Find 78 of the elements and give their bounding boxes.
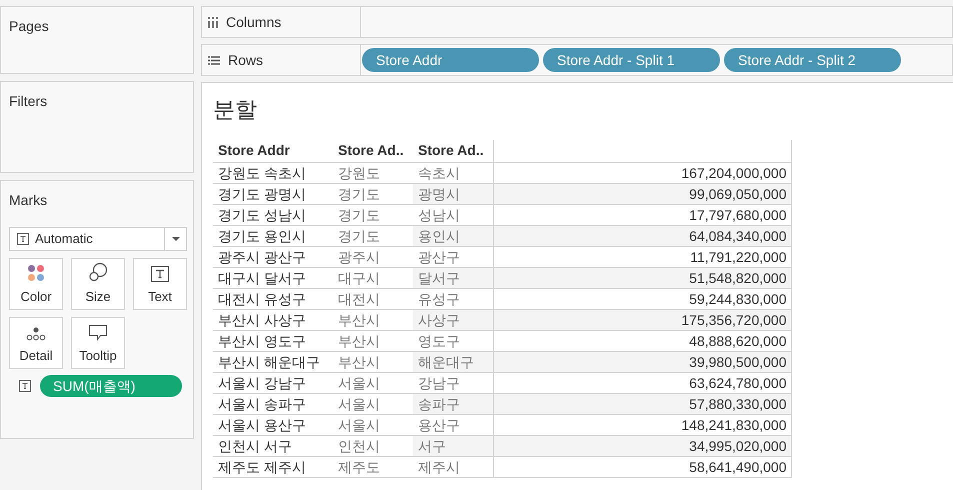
- table-cell: 유성구: [413, 288, 493, 309]
- table-cell: 영도구: [413, 330, 493, 351]
- table-cell: 서울시: [333, 372, 413, 393]
- table-cell: 제주도: [333, 456, 413, 477]
- columns-icon: [208, 16, 218, 28]
- value-cell: 59,244,830,000: [493, 288, 791, 309]
- shelf-label: Columns: [226, 12, 282, 32]
- table-cell: 부산시: [333, 330, 413, 351]
- table-cell: 광주시 광산구: [213, 246, 333, 267]
- text-icon: [151, 266, 169, 282]
- size-mark-button[interactable]: Size: [71, 258, 125, 310]
- table-cell: 성남시: [413, 204, 493, 225]
- table-cell: 속초시: [413, 162, 493, 183]
- table-cell: 서울시 강남구: [213, 372, 333, 393]
- table-cell: 서구: [413, 435, 493, 456]
- value-cell: 99,069,050,000: [493, 183, 791, 204]
- table-cell: 강남구: [413, 372, 493, 393]
- table-cell: 경기도 용인시: [213, 225, 333, 246]
- tooltip-bubble-icon: [89, 324, 107, 340]
- value-cell: 63,624,780,000: [493, 372, 791, 393]
- table-cell: 용인시: [413, 225, 493, 246]
- pages-title: Pages: [9, 18, 49, 34]
- value-cell: 39,980,500,000: [493, 351, 791, 372]
- value-cell: 34,995,020,000: [493, 435, 791, 456]
- table-cell: 대구시 달서구: [213, 267, 333, 288]
- value-cell: 17,797,680,000: [493, 204, 791, 225]
- detail-mark-button[interactable]: Detail: [9, 317, 63, 369]
- table-cell: 용산구: [413, 414, 493, 435]
- value-cell: 48,888,620,000: [493, 330, 791, 351]
- color-dots-icon: [27, 264, 45, 282]
- value-cell: 58,641,490,000: [493, 456, 791, 477]
- table-cell: 강원도 속초시: [213, 162, 333, 183]
- table-cell: 부산시 영도구: [213, 330, 333, 351]
- value-cell: 175,356,720,000: [493, 309, 791, 330]
- detail-dots-icon: [26, 326, 46, 340]
- table-cell: 제주시: [413, 456, 493, 477]
- mark-type-dropdown[interactable]: Automatic: [9, 227, 187, 251]
- column-header: Store Ad..: [413, 140, 493, 162]
- table-cell: 경기도: [333, 204, 413, 225]
- text-icon: [17, 233, 29, 245]
- table-cell: 부산시 해운대구: [213, 351, 333, 372]
- value-cell: 11,791,220,000: [493, 246, 791, 267]
- value-cell: 64,084,340,000: [493, 225, 791, 246]
- color-mark-button[interactable]: Color: [9, 258, 63, 310]
- sheet-title: 분할: [213, 96, 258, 124]
- table-cell: 서울시: [333, 414, 413, 435]
- mark-type-label: Automatic: [35, 230, 94, 248]
- table-cell: 인천시 서구: [213, 435, 333, 456]
- table-cell: 제주도 제주시: [213, 456, 333, 477]
- table-cell: 서울시 용산구: [213, 414, 333, 435]
- table-cell: 강원도: [333, 162, 413, 183]
- label-mark-button[interactable]: Text: [133, 258, 187, 310]
- table-cell: 서울시 송파구: [213, 393, 333, 414]
- marks-title: Marks: [9, 192, 48, 208]
- value-cell: 51,548,820,000: [493, 267, 791, 288]
- value-cell: 167,204,000,000: [493, 162, 791, 183]
- column-header: Store Addr: [213, 140, 333, 162]
- tooltip-mark-button[interactable]: Tooltip: [71, 317, 125, 369]
- filters-title: Filters: [9, 93, 48, 109]
- rows-list-icon: [208, 56, 220, 64]
- value-cell: 148,241,830,000: [493, 414, 791, 435]
- table-cell: 광명시: [413, 183, 493, 204]
- table-cell: 해운대구: [413, 351, 493, 372]
- table-cell: 경기도 광명시: [213, 183, 333, 204]
- table-cell: 대전시: [333, 288, 413, 309]
- value-cell: 57,880,330,000: [493, 393, 791, 414]
- table-cell: 경기도 성남시: [213, 204, 333, 225]
- size-circles-icon: [88, 262, 108, 282]
- table-cell: 부산시 사상구: [213, 309, 333, 330]
- table-cell: 광산구: [413, 246, 493, 267]
- shelf-label: Rows: [228, 50, 264, 70]
- table-cell: 송파구: [413, 393, 493, 414]
- table-cell: 달서구: [413, 267, 493, 288]
- table-cell: 대전시 유성구: [213, 288, 333, 309]
- table-cell: 광주시: [333, 246, 413, 267]
- column-header: Store Ad..: [333, 140, 413, 162]
- text-icon: [19, 380, 31, 392]
- table-cell: 사상구: [413, 309, 493, 330]
